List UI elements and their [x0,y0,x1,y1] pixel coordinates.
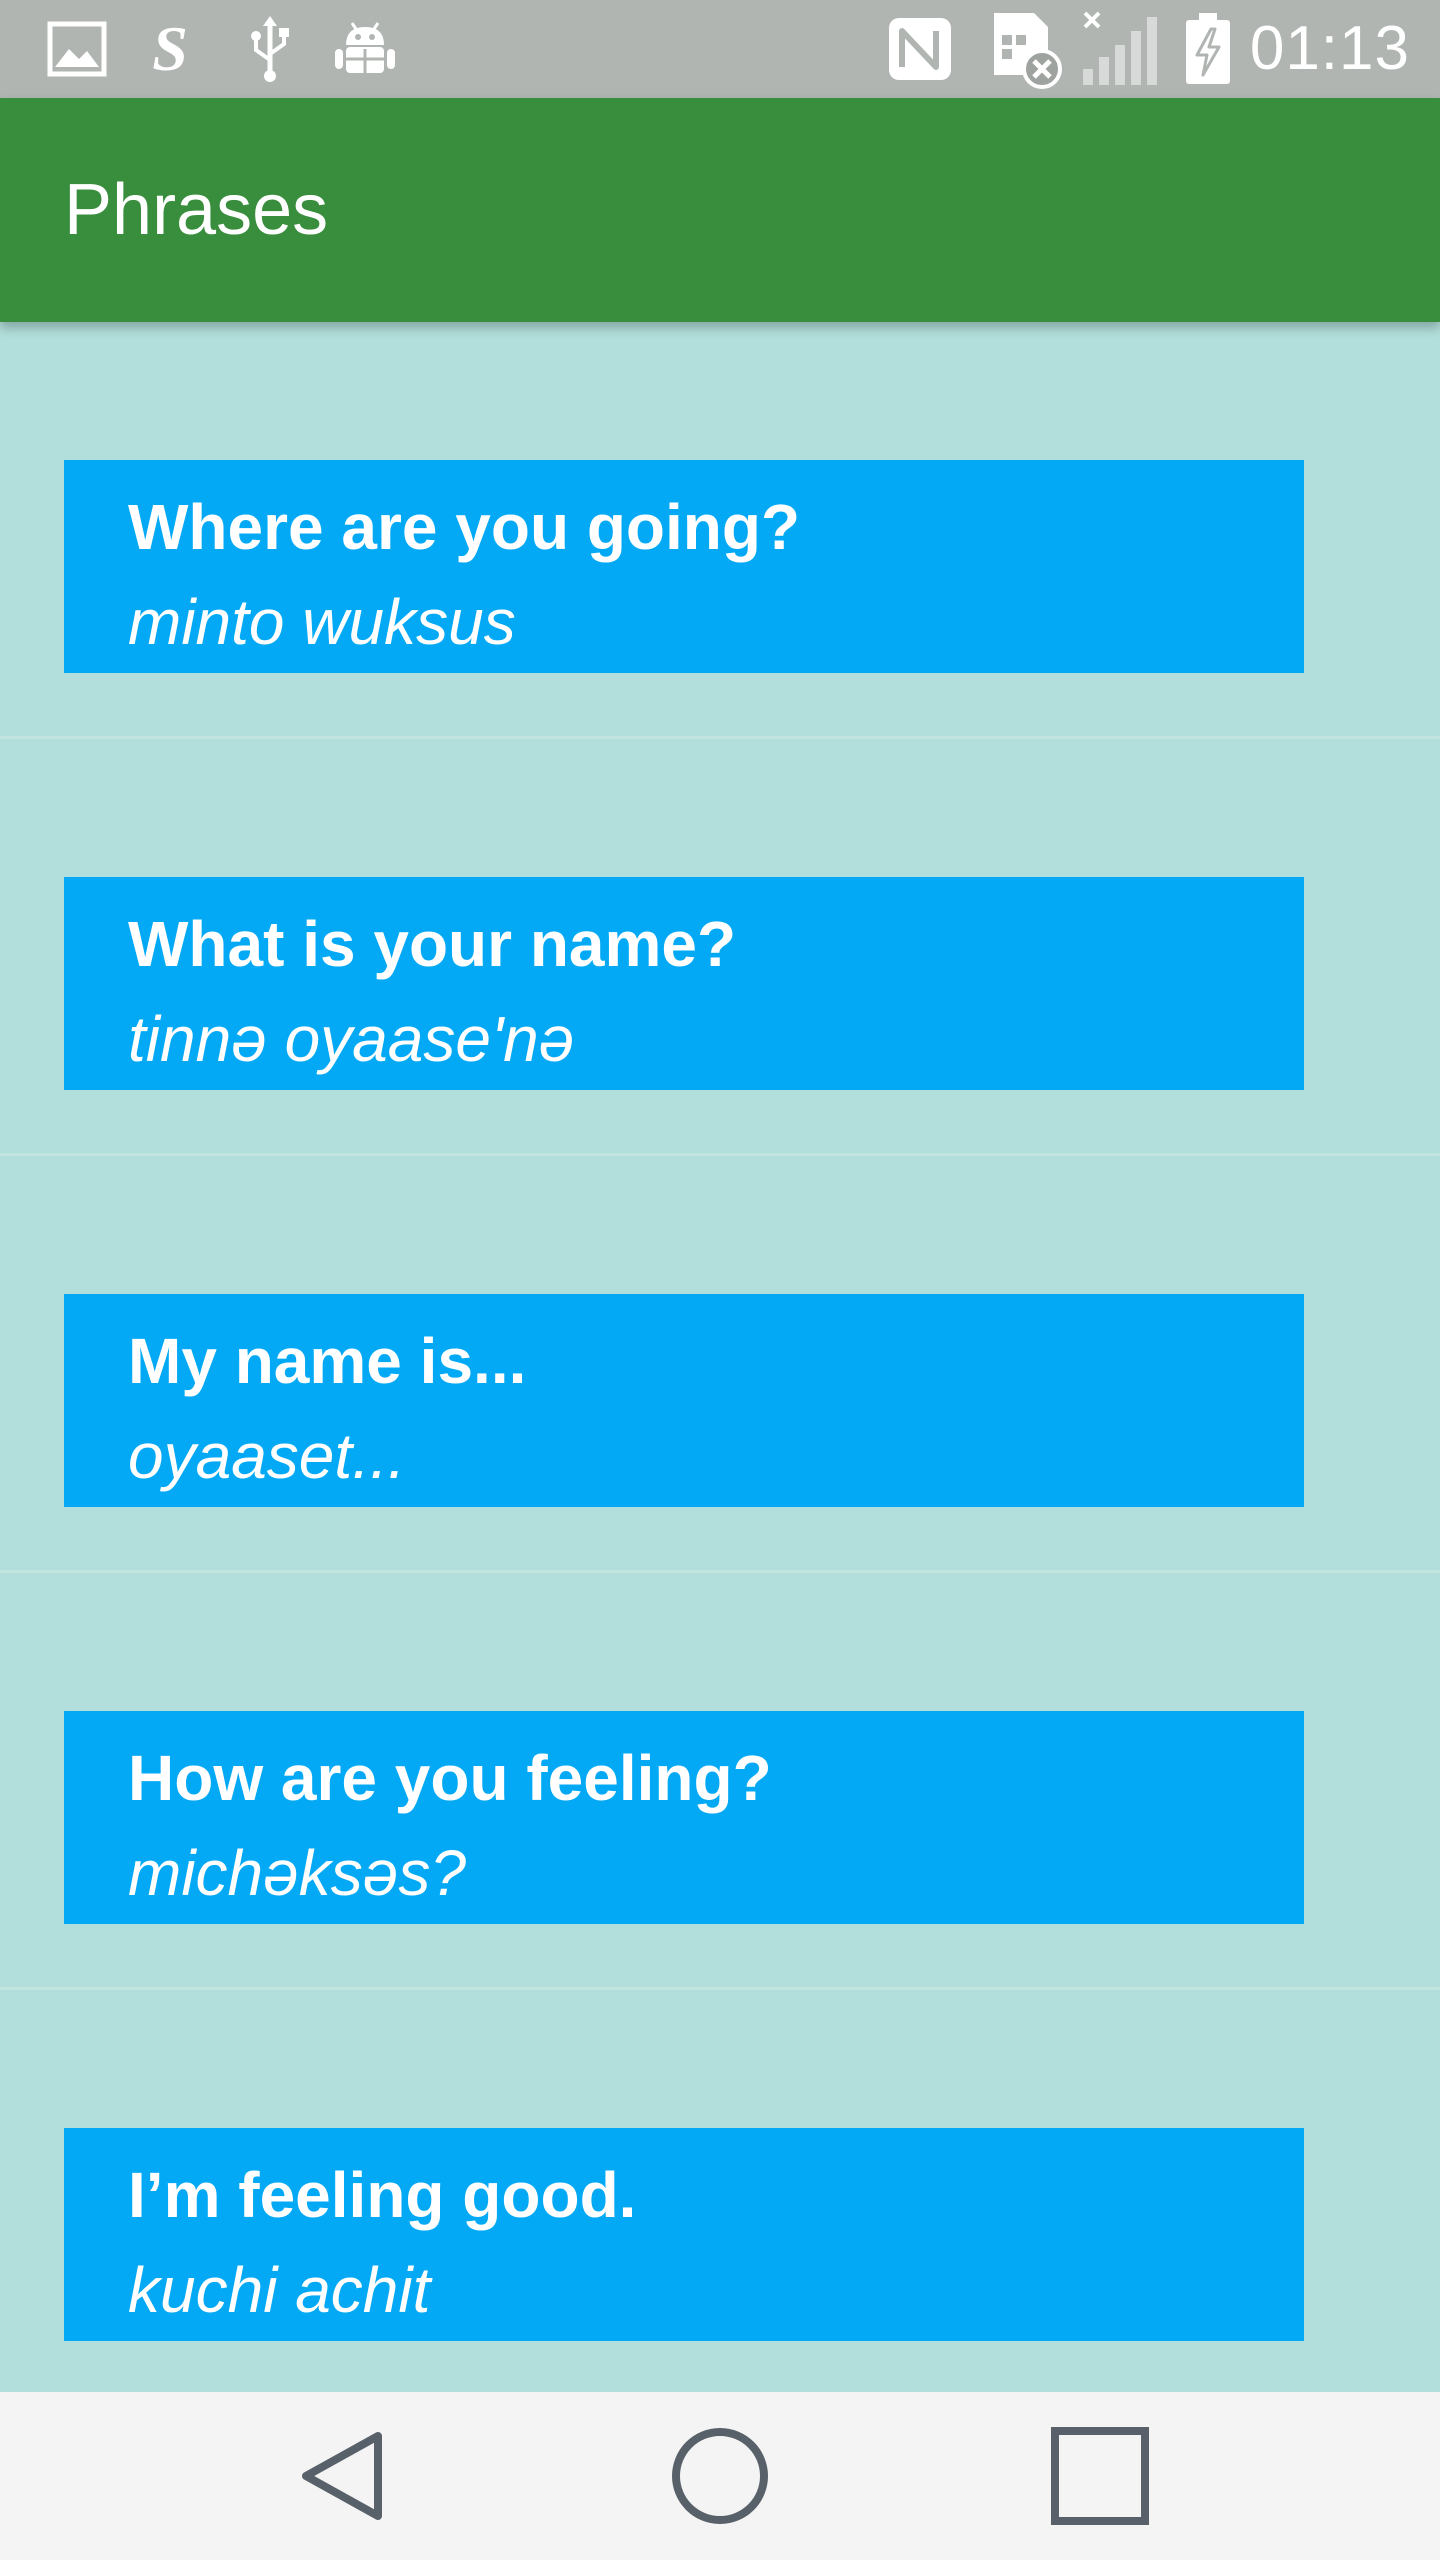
list-item[interactable]: I’m feeling good. kuchi achit [0,1990,1440,2392]
phrase-card[interactable]: Where are you going? minto wuksus [64,460,1304,673]
phrase-english: What is your name? [128,908,737,980]
home-icon[interactable] [660,2416,780,2536]
phrase-english: Where are you going? [128,491,801,563]
phrase-card[interactable]: How are you feeling? michəksəs? [64,1711,1304,1924]
phrase-card[interactable]: I’m feeling good. kuchi achit [64,2128,1304,2341]
phrase-english: I’m feeling good. [128,2159,637,2231]
page-title: Phrases [64,170,329,250]
usb-icon [240,14,300,84]
phrase-card[interactable]: My name is... oyaaset... [64,1294,1304,1507]
status-time: 01:13 [1249,14,1410,83]
battery-charging-icon [1180,13,1236,84]
back-icon[interactable] [280,2416,400,2536]
phrase-english: My name is... [128,1325,527,1397]
sim-missing-icon [990,13,1062,89]
phrase-translation: tinnə oyaase'nə [128,1003,575,1075]
phrase-translation: michəksəs? [128,1837,466,1909]
list-item[interactable]: My name is... oyaaset... [0,1156,1440,1573]
s-app-icon: S [152,13,188,84]
phrase-list[interactable]: Where are you going? minto wuksus What i… [0,322,1440,2392]
nfc-icon [884,14,956,84]
status-bar: S 01:13 [0,0,1440,98]
recents-icon[interactable] [1040,2416,1160,2536]
phrase-translation: minto wuksus [128,586,516,658]
phrase-translation: oyaaset... [128,1420,406,1492]
navigation-bar [0,2392,1440,2560]
signal-icon [1080,11,1162,85]
phrase-english: How are you feeling? [128,1742,772,1814]
app-bar: Phrases [0,98,1440,322]
list-item[interactable]: How are you feeling? michəksəs? [0,1573,1440,1990]
image-icon [44,14,110,84]
phrase-translation: kuchi achit [128,2254,431,2326]
list-item[interactable]: Where are you going? minto wuksus [0,322,1440,739]
list-item[interactable]: What is your name? tinnə oyaase'nə [0,739,1440,1156]
android-debug-icon [330,14,400,84]
phrase-card[interactable]: What is your name? tinnə oyaase'nə [64,877,1304,1090]
